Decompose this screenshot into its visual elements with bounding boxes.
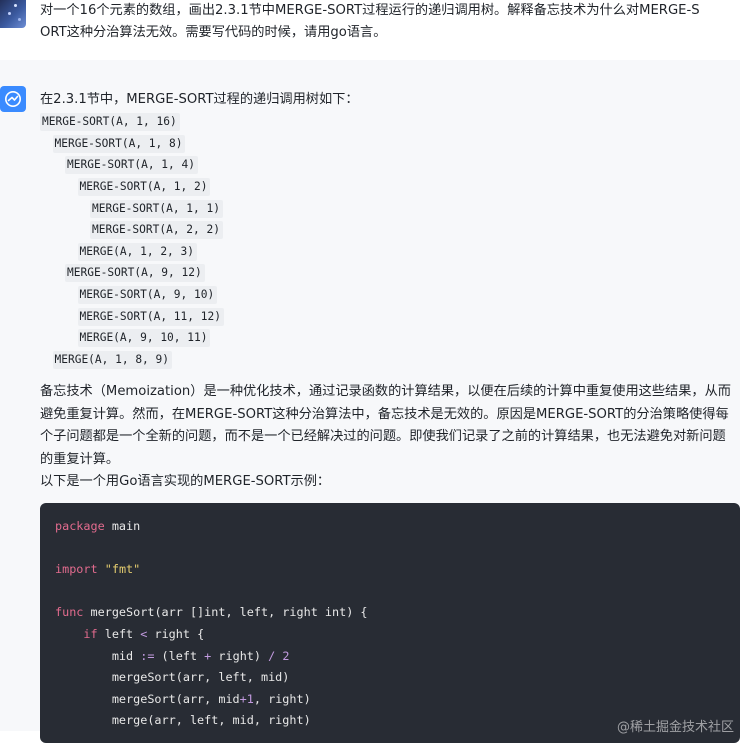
recursion-tree: MERGE-SORT(A, 1, 16) MERGE-SORT(A, 1, 8) M…: [40, 113, 740, 370]
tree-line: MERGE-SORT(A, 1, 8): [52, 134, 186, 153]
tree-line: MERGE(A, 1, 2, 3): [77, 242, 198, 261]
tree-line: MERGE(A, 1, 8, 9): [52, 351, 173, 370]
site-watermark: @稀土掘金技术社区: [616, 720, 734, 735]
code-line: mergeSort(arr, mid+1, right): [55, 692, 311, 706]
code-line: func mergeSort(arr []int, left, right in…: [55, 605, 368, 619]
assistant-message-content: 在2.3.1节中，MERGE-SORT过程的递归调用树如下： MERGE-SOR…: [40, 90, 740, 494]
code-token: merge(arr, left, mid, right): [55, 713, 311, 728]
code-line: import "fmt": [55, 562, 140, 576]
tree-line: MERGE-SORT(A, 1, 16): [40, 113, 180, 131]
code-token: "fmt": [104, 562, 141, 577]
code-token: func: [55, 605, 84, 620]
user-message-row: 对一个16个元素的数组，画出2.3.1节中MERGE-SORT过程运行的递归调用…: [0, 0, 740, 60]
go-example-intro: 以下是一个用Go语言实现的MERGE-SORT示例：: [40, 474, 331, 490]
tree-line: MERGE-SORT(A, 9, 12): [65, 264, 205, 283]
tree-line: MERGE-SORT(A, 9, 10): [77, 286, 218, 305]
code-token: if: [83, 627, 98, 641]
code-line: mid := (left + right) / 2: [55, 648, 290, 663]
code-line: package main: [55, 519, 140, 533]
code-block: package main import "fmt" func mergeSort(a…: [40, 503, 740, 743]
code-token: :=: [140, 648, 155, 663]
tree-line: MERGE-SORT(A, 1, 1): [90, 199, 223, 218]
memoization-paragraph: 备忘技术（Memoization）是一种优化技术，通过记录函数的计算结果，以便在…: [40, 384, 731, 467]
code-token: package: [55, 519, 105, 533]
code-token: (left: [154, 648, 205, 663]
code-line: merge(arr, left, mid, right): [55, 713, 311, 727]
user-avatar: [0, 0, 26, 28]
code-token: mergeSort(arr, left, mid): [55, 670, 290, 685]
bot-avatar-icon: [0, 86, 26, 112]
code-token: right): [211, 648, 269, 663]
code-token: +1: [239, 691, 254, 706]
code-token: mid: [55, 648, 141, 663]
code-token: left: [97, 627, 141, 641]
code-token: mergeSort(arr []int, left, right int) {: [83, 605, 368, 620]
tree-line: MERGE-SORT(A, 1, 2): [77, 177, 211, 196]
tree-line: MERGE(A, 9, 10, 11): [77, 329, 211, 348]
code-token: import: [55, 562, 98, 577]
code-token: main: [104, 519, 141, 533]
code-token: 2: [282, 648, 290, 663]
code-token: right {: [147, 627, 205, 641]
user-message-text: 对一个16个元素的数组，画出2.3.1节中MERGE-SORT过程运行的递归调用…: [40, 0, 735, 43]
tree-line: MERGE-SORT(A, 1, 4): [65, 156, 198, 175]
code-token: mergeSort(arr, mid: [55, 691, 240, 706]
bot-logo-icon: [5, 91, 21, 107]
tree-line: MERGE-SORT(A, 2, 2): [90, 221, 223, 240]
code-token: , right): [253, 691, 311, 706]
code-line: if left < right {: [55, 627, 204, 641]
assistant-intro: 在2.3.1节中，MERGE-SORT过程的递归调用树如下：: [40, 92, 359, 107]
tree-line: MERGE-SORT(A, 11, 12): [77, 307, 224, 326]
user-message-line-2: ORT这种分治算法无效。需要写代码的时候，请用go语言。: [40, 24, 387, 40]
code-line: mergeSort(arr, left, mid): [55, 670, 290, 685]
user-message-line-1: 对一个16个元素的数组，画出2.3.1节中MERGE-SORT过程运行的递归调用…: [40, 3, 700, 18]
